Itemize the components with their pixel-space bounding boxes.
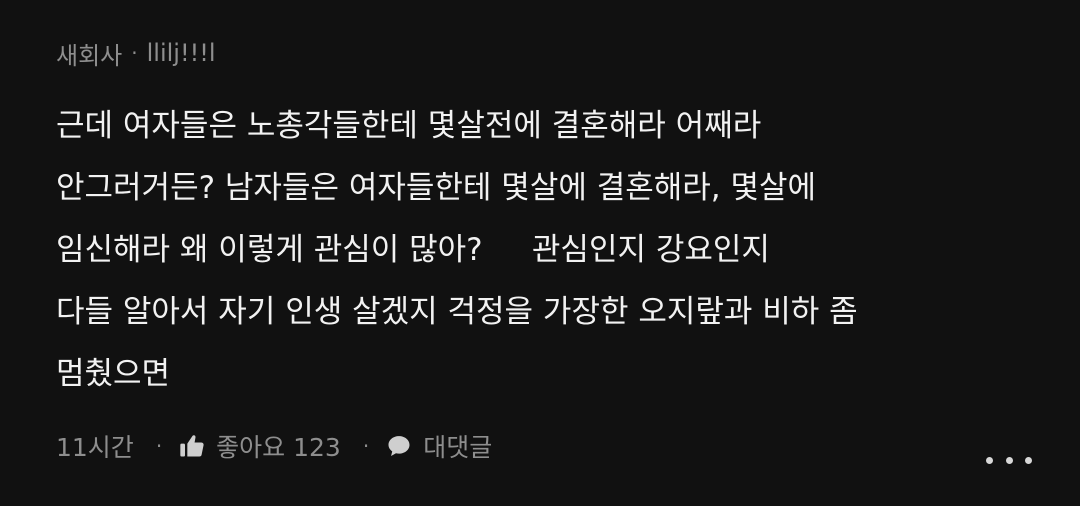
- thumbs-up-icon[interactable]: [178, 432, 206, 460]
- more-dots-icon[interactable]: [986, 446, 1032, 474]
- comment-line: 멈췄으면: [56, 356, 171, 392]
- comment-line: 다들 알아서 자기 인생 살겠지 걱정을 가장한 오지랖과 비하 좀: [56, 294, 858, 330]
- comment-line: 근데 여자들은 노총각들한테 몇살전에 결혼해라 어째라: [56, 108, 762, 144]
- header-separator: ·: [131, 41, 138, 65]
- more-dot: [1005, 456, 1013, 464]
- like-button[interactable]: 좋아요 123: [216, 428, 341, 464]
- comment-body: 근데 여자들은 노총각들한테 몇살전에 결혼해라 어째라 안그러거든? 남자들은…: [56, 95, 1056, 405]
- more-dot: [1025, 456, 1032, 464]
- comment-footer: 11시간 · 좋아요 123 · 대댓글: [56, 424, 492, 468]
- author-id[interactable]: llilj!!!l: [147, 39, 216, 67]
- comment: 새회사 · llilj!!!l 근데 여자들은 노총각들한테 몇살전에 결혼해라…: [0, 0, 1080, 506]
- more-dot: [986, 456, 993, 464]
- author-nickname[interactable]: 새회사: [56, 36, 122, 71]
- comment-line: 안그러거든? 남자들은 여자들한테 몇살에 결혼해라, 몇살에: [56, 170, 817, 206]
- speech-bubble-icon[interactable]: [385, 432, 413, 460]
- comment-time: 11시간: [56, 433, 134, 462]
- comment-line: 임신해라 왜 이렇게 관심이 많아? 관심인지 강요인지: [56, 232, 770, 268]
- footer-separator: ·: [362, 434, 370, 458]
- footer-separator: ·: [155, 434, 163, 458]
- reply-button[interactable]: 대댓글: [423, 428, 492, 464]
- comment-header: 새회사 · llilj!!!l: [56, 35, 215, 71]
